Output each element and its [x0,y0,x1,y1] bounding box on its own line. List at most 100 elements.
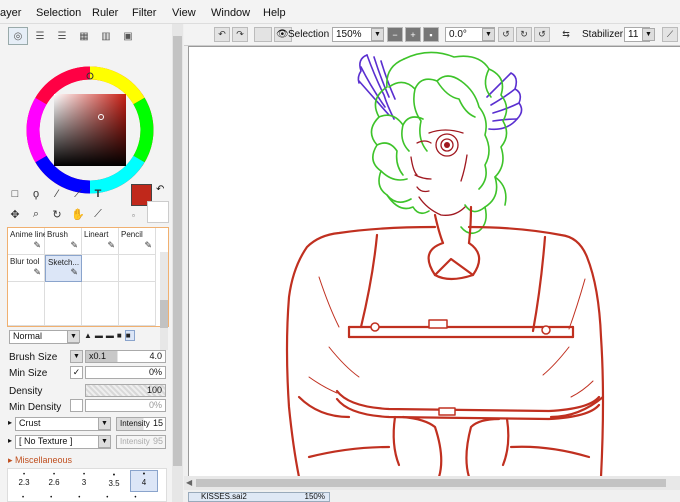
zoom-reset-icon[interactable]: ▪ [423,27,439,42]
brush-slot-blur-tool[interactable]: Blur tool ✎ [8,255,45,282]
menu-selection[interactable]: Selection [36,7,81,19]
scrollbar-thumb[interactable] [160,300,168,328]
shape-flat-icon[interactable]: ▬ [95,331,106,340]
chevron-down-icon[interactable]: ▼ [482,28,495,41]
eyedropper-icon[interactable]: ⟋ [69,185,87,203]
chevron-down-icon[interactable]: ▼ [70,350,83,363]
drawing-canvas[interactable] [188,46,680,479]
brush-size-slider[interactable]: x0.1 4.0 [85,350,166,363]
move-icon[interactable]: ✥ [6,205,24,223]
brush-slot-empty[interactable] [45,282,82,326]
zoom-out-icon[interactable]: − [387,27,403,42]
brush-slot-empty[interactable] [119,282,156,326]
chevron-down-icon[interactable]: ▼ [98,435,111,448]
selection-visibility-icon[interactable]: 👁 [276,29,289,40]
brush-slot-lineart[interactable]: Lineart ✎ [82,228,119,255]
color-wheel-tab-icon[interactable]: ◎ [8,27,28,45]
expand-icon[interactable]: ▸ [8,418,12,427]
zoom-in-icon[interactable]: + [405,27,421,42]
secondary-color-swatch[interactable] [147,201,169,223]
brush-size-multiplier: x0.1 [89,351,107,361]
rotate-left-icon[interactable]: ↺ [498,27,514,42]
brush-slot-pencil[interactable]: Pencil ✎ [119,228,156,255]
shape-round-icon[interactable]: ▲ [84,331,95,340]
brush-slot-sketch[interactable]: Sketch... ✎ [45,255,82,282]
min-size-label: Min Size [9,368,48,379]
chevron-down-icon[interactable]: ▼ [67,330,80,343]
redo-icon[interactable]: ↷ [232,27,248,42]
stabilizer-options-icon[interactable]: ⟋ [662,27,678,42]
canvas-horizontal-scrollbar[interactable]: ◀ [184,476,680,490]
texture-intensity-slider[interactable]: Intensity 15 [116,417,166,431]
brush-slot-brush[interactable]: Brush ✎ [45,228,82,255]
color-mix-tab-icon[interactable]: ▦ [74,27,94,45]
rotate-icon[interactable]: ↻ [48,205,66,223]
size-preset-selected[interactable]: • 4 [130,470,158,492]
undo-icon[interactable]: ↶ [214,27,230,42]
scratchpad-tab-icon[interactable]: ▣ [118,27,138,45]
shape-flat-icon[interactable]: ▬ [106,331,117,340]
chevron-down-icon[interactable]: ▼ [98,417,111,430]
menu-help[interactable]: Help [263,7,286,19]
pen-icon: ✎ [33,267,41,277]
min-density-slider[interactable]: 0% [85,399,166,412]
brush-size-label: Brush Size [9,352,58,363]
pen-icon: ✎ [70,240,78,250]
zoom-icon[interactable]: ⌕ [27,205,45,223]
density-slider[interactable]: 100 [85,384,166,397]
min-size-checkbox[interactable]: ✓ [70,366,83,379]
menu-window[interactable]: Window [211,7,250,19]
scroll-left-icon[interactable]: ◀ [186,478,192,487]
swap-colors-icon[interactable]: ↶ [156,184,164,195]
menu-layer[interactable]: ayer [0,7,21,19]
density-label: Density [9,386,43,397]
texture2-select[interactable]: [ No Texture ] [15,435,111,449]
brush-slot-empty[interactable] [82,282,119,326]
transparent-color-icon[interactable]: ▫ [132,211,135,220]
expand-icon: ▸ [8,455,16,465]
pen-icon: ✎ [33,240,41,250]
misc-section-header[interactable]: ▸ Miscellaneous [8,455,72,466]
scrollbar-thumb[interactable] [173,36,182,466]
shape-square-icon[interactable]: ■ [117,331,125,340]
texture-select[interactable]: Crust [15,417,111,431]
panel-scrollbar[interactable] [172,24,183,502]
min-density-checkbox[interactable] [70,399,83,412]
swatch-tab-icon[interactable]: ▥ [96,27,116,45]
brush-tool-grid: Anime line ✎ Brush ✎ Lineart ✎ Pencil ✎ Blur… [7,227,169,327]
menu-view[interactable]: View [172,7,196,19]
menu-filter[interactable]: Filter [132,7,156,19]
expand-icon[interactable]: ▸ [8,436,12,445]
rgb-slider-tab-icon[interactable]: ☰ [30,27,50,45]
size-preset-row-2[interactable]: ••••• [10,495,166,501]
document-tab[interactable]: KISSES.sai2 150% [188,492,330,502]
rotate-right-icon[interactable]: ↻ [516,27,532,42]
brush-slot-empty[interactable] [82,255,119,282]
texture2-intensity-slider[interactable]: Intensity 95 [116,435,166,449]
hand-icon[interactable]: ✋ [69,205,87,223]
scrollbar-thumb[interactable] [196,479,666,487]
chevron-down-icon[interactable]: ▼ [642,28,655,41]
brush-slot-empty[interactable] [119,255,156,282]
size-preset[interactable]: • 3 [70,472,98,487]
flip-icon[interactable]: ⇆ [558,27,574,42]
wing-strokes [357,54,523,131]
color-wheel[interactable] [26,66,154,194]
size-preset[interactable]: • 2.6 [40,472,68,487]
brush-slot-anime-line[interactable]: Anime line ✎ [8,228,45,255]
size-preset[interactable]: • 3.5 [100,472,128,488]
brush-slot-empty[interactable] [8,282,45,326]
shape-square-icon[interactable]: ■ [124,330,135,341]
rotate-reset-icon[interactable]: ↺ [534,27,550,42]
size-preset[interactable]: • 2.3 [10,472,38,487]
min-size-slider[interactable]: 0% [85,366,166,379]
deselect-icon[interactable] [254,27,272,42]
rect-select-icon[interactable]: □ [6,185,24,203]
lasso-icon[interactable]: ϙ [27,185,45,203]
menu-ruler[interactable]: Ruler [92,7,118,19]
chevron-down-icon[interactable]: ▼ [371,28,384,41]
hsv-slider-tab-icon[interactable]: ☰ [52,27,72,45]
magic-wand-icon[interactable]: ⁄ [48,185,66,203]
text-tool-icon[interactable]: T [89,185,107,203]
color-picker-icon[interactable]: ⟋ [89,205,107,223]
